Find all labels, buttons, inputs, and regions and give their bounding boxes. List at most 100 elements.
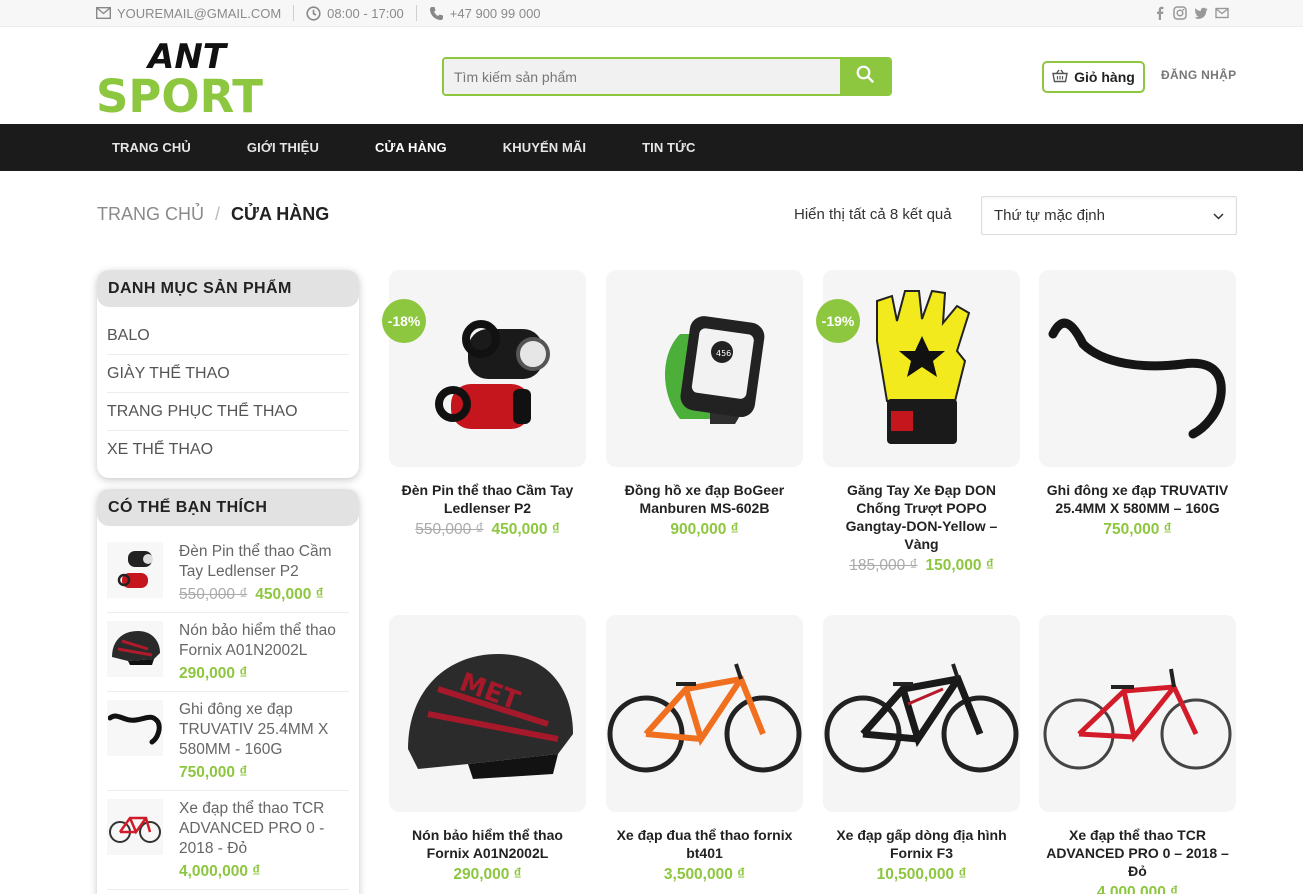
product-image[interactable]: MET [389, 615, 586, 812]
cart-label: Giỏ hàng [1074, 69, 1135, 85]
category-item-bikes[interactable]: XE THỂ THAO [107, 431, 349, 469]
email-contact[interactable]: YOUREMAIL@GMAIL.COM [96, 6, 281, 21]
discount-badge: -19% [816, 299, 860, 343]
nav-item-about[interactable]: GIỚI THIỆU [247, 140, 319, 155]
search-button[interactable] [840, 59, 890, 94]
sale-price: 450,000 ₫ [491, 521, 560, 538]
suggested-item[interactable]: Nón bảo hiểm thể thao Fornix A01N2002L 2… [107, 613, 349, 692]
divider [415, 5, 417, 21]
facebook-icon[interactable] [1154, 6, 1166, 20]
breadcrumb-separator: / [215, 204, 221, 224]
phone-contact[interactable]: +47 900 99 000 [429, 6, 541, 21]
sale-price: 4,000,000 ₫ [179, 863, 261, 880]
product-thumbnail[interactable] [107, 799, 163, 855]
sale-price: 290,000 ₫ [179, 665, 248, 682]
sale-price: 4,000,000 ₫ [1096, 884, 1179, 894]
top-bar: YOUREMAIL@GMAIL.COM 08:00 - 17:00 +47 90… [0, 0, 1303, 27]
discount-badge: -18% [382, 299, 426, 343]
sale-price: 150,000 ₫ [925, 557, 994, 574]
clock-icon [306, 5, 321, 21]
search-input[interactable] [444, 59, 840, 94]
product-card[interactable]: -19% Găng Tay Xe Đạp DON Chống Trượt POP… [816, 270, 1020, 575]
svg-text:456: 456 [716, 349, 731, 358]
suggested-title: CÓ THỂ BẠN THÍCH [97, 489, 359, 526]
product-name[interactable]: Nón bảo hiểm thể thao Fornix A01N2002L [389, 826, 586, 862]
logo-line2: SPORT [96, 70, 263, 117]
mail-icon[interactable] [1215, 6, 1229, 20]
product-name[interactable]: Đèn Pin thể thao Cầm Tay Ledlenser P2 [389, 481, 586, 517]
product-card[interactable]: Xe đạp đua thể thao fornix bt401 3,500,0… [606, 615, 803, 884]
opening-hours: 08:00 - 17:00 [306, 6, 404, 21]
envelope-icon [96, 7, 111, 19]
suggested-item[interactable]: Xe đạp thể thao TCR ADVANCED PRO 0 - 201… [107, 791, 349, 890]
suggested-list: Đèn Pin thể thao Cầm Tay Ledlenser P2 55… [97, 526, 359, 890]
phone-icon [429, 6, 444, 21]
sale-price: 900,000 ₫ [670, 521, 739, 538]
suggested-item[interactable]: Đèn Pin thể thao Cầm Tay Ledlenser P2 55… [107, 534, 349, 613]
sale-price: 750,000 ₫ [179, 764, 248, 781]
product-name[interactable]: Ghi đông xe đạp TRUVATIV 25.4MM X 580MM … [1039, 481, 1236, 517]
breadcrumb: TRANG CHỦ / CỬA HÀNG [97, 204, 329, 225]
product-card[interactable]: 456 Đồng hồ xe đạp BoGeer Manburen MS-60… [606, 270, 803, 539]
product-image[interactable] [1039, 270, 1236, 467]
product-name[interactable]: Đồng hồ xe đạp BoGeer Manburen MS-602B [606, 481, 803, 517]
login-link[interactable]: ĐĂNG NHẬP [1161, 68, 1236, 82]
product-card[interactable]: Xe đạp thể thao TCR ADVANCED PRO 0 – 201… [1039, 615, 1236, 894]
suggested-item[interactable]: Ghi đông xe đạp TRUVATIV 25.4MM X 580MM … [107, 692, 349, 791]
nav-item-promotions[interactable]: KHUYẾN MÃI [503, 140, 586, 155]
categories-title: DANH MỤC SẢN PHẨM [97, 270, 359, 307]
nav-item-news[interactable]: TIN TỨC [642, 140, 695, 155]
product-card[interactable]: Ghi đông xe đạp TRUVATIV 25.4MM X 580MM … [1039, 270, 1236, 539]
search-form [442, 57, 892, 96]
product-thumbnail[interactable] [107, 621, 163, 677]
sale-price: 290,000 ₫ [453, 866, 522, 883]
category-item-shoes[interactable]: GIÀY THỂ THAO [107, 355, 349, 393]
product-image[interactable]: 456 [606, 270, 803, 467]
divider [293, 5, 295, 21]
product-image[interactable] [389, 270, 586, 467]
product-card[interactable]: MET Nón bảo hiểm thể thao Fornix A01N200… [389, 615, 586, 884]
product-thumbnail[interactable] [107, 542, 163, 598]
suggested-name[interactable]: Nón bảo hiểm thể thao Fornix A01N2002L [179, 621, 349, 661]
category-item-apparel[interactable]: TRANG PHỤC THỂ THAO [107, 393, 349, 431]
product-image[interactable] [606, 615, 803, 812]
suggested-name[interactable]: Ghi đông xe đạp TRUVATIV 25.4MM X 580MM … [179, 700, 349, 760]
sale-price: 750,000 ₫ [1103, 521, 1172, 538]
product-image[interactable] [823, 270, 1020, 467]
contact-info: YOUREMAIL@GMAIL.COM 08:00 - 17:00 +47 90… [96, 5, 541, 21]
breadcrumb-current: CỬA HÀNG [231, 204, 330, 224]
product-card[interactable]: -18% Đèn Pin thể thao Cầm Tay Ledlenser … [382, 270, 586, 539]
suggested-name[interactable]: Đèn Pin thể thao Cầm Tay Ledlenser P2 [179, 542, 349, 582]
categories-widget: DANH MỤC SẢN PHẨM BALO GIÀY THỂ THAO TRA… [97, 270, 359, 478]
site-header: ANT SPORT Giỏ hàng ĐĂNG NHẬP [0, 27, 1303, 124]
instagram-icon[interactable] [1173, 6, 1187, 20]
breadcrumb-home[interactable]: TRANG CHỦ [97, 204, 204, 225]
product-name[interactable]: Găng Tay Xe Đạp DON Chống Trượt POPO Gan… [823, 481, 1020, 553]
suggested-name[interactable]: Xe đạp thể thao TCR ADVANCED PRO 0 - 201… [179, 799, 349, 859]
product-name[interactable]: Xe đạp thể thao TCR ADVANCED PRO 0 – 201… [1039, 826, 1236, 880]
old-price: 185,000 ₫ [849, 557, 918, 574]
product-name[interactable]: Xe đạp gấp dòng địa hình Fornix F3 [823, 826, 1020, 862]
basket-icon [1052, 69, 1068, 86]
suggested-widget: CÓ THỂ BẠN THÍCH Đèn Pin thể thao Cầm Ta… [97, 489, 359, 894]
cart-button[interactable]: Giỏ hàng [1042, 61, 1145, 93]
nav-menu: TRANG CHỦ GIỚI THIỆU CỬA HÀNG KHUYẾN MÃI… [112, 124, 751, 171]
product-image[interactable] [823, 615, 1020, 812]
sort-select[interactable]: Thứ tự mặc định [981, 196, 1237, 235]
product-thumbnail[interactable] [107, 700, 163, 756]
sale-price: 3,500,000 ₫ [663, 866, 746, 883]
product-image[interactable] [1039, 615, 1236, 812]
product-name[interactable]: Xe đạp đua thể thao fornix bt401 [606, 826, 803, 862]
category-list: BALO GIÀY THỂ THAO TRANG PHỤC THỂ THAO X… [97, 307, 359, 469]
phone-text: +47 900 99 000 [449, 5, 541, 21]
nav-item-shop[interactable]: CỬA HÀNG [375, 140, 447, 155]
sort-select-value: Thứ tự mặc định [994, 207, 1105, 224]
social-links [1154, 6, 1229, 20]
site-logo[interactable]: ANT SPORT [96, 37, 266, 123]
twitter-icon[interactable] [1194, 6, 1208, 20]
product-card[interactable]: Xe đạp gấp dòng địa hình Fornix F3 10,50… [823, 615, 1020, 884]
category-item-balo[interactable]: BALO [107, 317, 349, 355]
main-navigation: TRANG CHỦ GIỚI THIỆU CỬA HÀNG KHUYẾN MÃI… [0, 124, 1303, 171]
old-price: 550,000 ₫ [415, 521, 484, 538]
nav-item-home[interactable]: TRANG CHỦ [112, 140, 191, 155]
